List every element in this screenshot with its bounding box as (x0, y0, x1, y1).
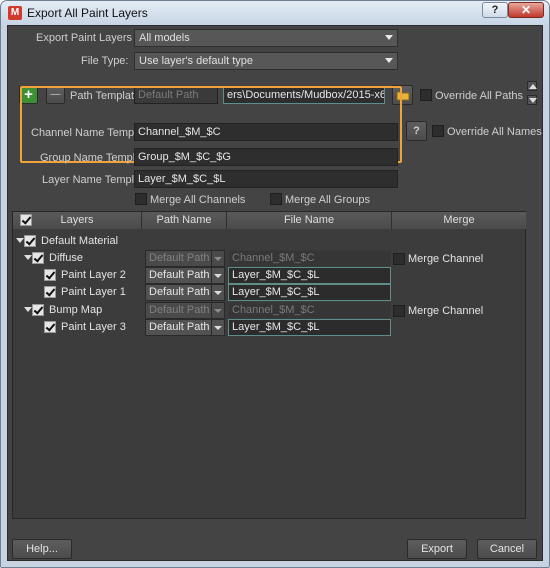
channel-name: Diffuse (49, 252, 84, 264)
file-name-input[interactable]: Layer_$M_$C_$L (228, 267, 391, 284)
file-type-select[interactable]: Use layer's default type (134, 52, 398, 70)
chevron-up-icon (529, 84, 537, 89)
merge-all-groups-checkbox[interactable] (270, 193, 282, 205)
header-path-name-label: Path Name (156, 214, 212, 226)
layer-template-input[interactable]: Layer_$M_$C_$L (134, 170, 398, 188)
mudbox-app-icon: M (8, 6, 22, 20)
scroll-up-button[interactable] (527, 81, 537, 91)
file-name-input[interactable]: Channel_$M_$C (228, 250, 391, 267)
chevron-down-icon (211, 268, 224, 283)
paint-layer-2-checkbox[interactable] (44, 269, 56, 281)
path-select[interactable]: Default Path (145, 284, 225, 301)
merge-channel-checkbox[interactable] (393, 305, 405, 317)
cancel-button[interactable]: Cancel (477, 539, 537, 559)
export-for-select[interactable]: All models (134, 29, 398, 47)
header-layers[interactable]: Layers (13, 212, 142, 229)
paint-layer-3-checkbox[interactable] (44, 321, 56, 333)
path-value: Default Path (149, 269, 210, 281)
path-select[interactable]: Default Path (145, 250, 225, 267)
chevron-down-icon (211, 285, 224, 300)
expand-arrow-icon[interactable] (24, 307, 32, 312)
merge-all-channels-label: Merge All Channels (150, 194, 246, 206)
override-all-names-checkbox[interactable] (432, 125, 444, 137)
select-all-checkbox[interactable] (20, 214, 32, 226)
override-all-paths-checkbox[interactable] (420, 89, 432, 101)
file-name-input[interactable]: Channel_$M_$C (228, 302, 391, 319)
override-all-paths-label: Override All Paths (435, 90, 524, 102)
layer-name: Paint Layer 2 (61, 269, 126, 281)
header-file-name[interactable]: File Name (227, 212, 392, 229)
help-button[interactable]: Help... (12, 539, 72, 559)
file-name-input[interactable]: Layer_$M_$C_$L (228, 284, 391, 301)
title-close-button[interactable]: ✕ (508, 2, 544, 18)
expand-arrow-icon[interactable] (16, 238, 24, 243)
title-help-button[interactable]: ? (482, 2, 508, 18)
bump-map-checkbox[interactable] (32, 304, 44, 316)
layer-name: Paint Layer 1 (61, 286, 126, 298)
chevron-down-icon (211, 320, 224, 335)
merge-all-groups-label: Merge All Groups (285, 194, 370, 206)
template-help-button[interactable]: ? (406, 121, 427, 141)
channel-template-input[interactable]: Channel_$M_$C (134, 123, 398, 141)
path-select[interactable]: Default Path (145, 319, 225, 336)
header-layers-label: Layers (60, 214, 94, 226)
layer-name: Paint Layer 3 (61, 321, 126, 333)
merge-channel-label: Merge Channel (408, 253, 484, 265)
chevron-down-icon (529, 98, 537, 103)
override-all-names-label: Override All Names (447, 126, 542, 138)
path-value: Default Path (149, 321, 210, 333)
scroll-down-button[interactable] (527, 95, 537, 105)
chevron-down-icon (385, 35, 393, 40)
expand-arrow-icon[interactable] (24, 255, 32, 260)
chevron-down-icon (211, 303, 224, 318)
window-title: Export All Paint Layers (27, 6, 148, 20)
layers-table: Layers Path Name File Name Merge Default… (12, 211, 526, 519)
export-for-value: All models (139, 32, 190, 44)
file-type-value: Use layer's default type (139, 55, 253, 67)
paint-layer-1-checkbox[interactable] (44, 286, 56, 298)
material-name: Default Material (41, 235, 119, 247)
header-merge-label: Merge (443, 214, 475, 226)
diffuse-checkbox[interactable] (32, 252, 44, 264)
chevron-down-icon (211, 251, 224, 266)
material-checkbox[interactable] (24, 235, 36, 247)
chevron-down-icon (385, 58, 393, 63)
path-select[interactable]: Default Path (145, 302, 225, 319)
group-template-input[interactable]: Group_$M_$C_$G (134, 148, 398, 166)
header-path-name[interactable]: Path Name (142, 212, 227, 229)
path-value: Default Path (149, 304, 210, 316)
header-file-name-label: File Name (283, 214, 335, 226)
path-select[interactable]: Default Path (145, 267, 225, 284)
path-value: Default Path (149, 252, 210, 264)
merge-channel-checkbox[interactable] (393, 253, 405, 265)
export-button[interactable]: Export (407, 539, 467, 559)
merge-all-channels-checkbox[interactable] (135, 193, 147, 205)
header-merge[interactable]: Merge (392, 212, 526, 229)
file-name-input[interactable]: Layer_$M_$C_$L (228, 319, 391, 336)
path-value: Default Path (149, 286, 210, 298)
merge-channel-label: Merge Channel (408, 305, 484, 317)
channel-name: Bump Map (49, 304, 103, 316)
file-type-label: File Type: (81, 55, 129, 67)
